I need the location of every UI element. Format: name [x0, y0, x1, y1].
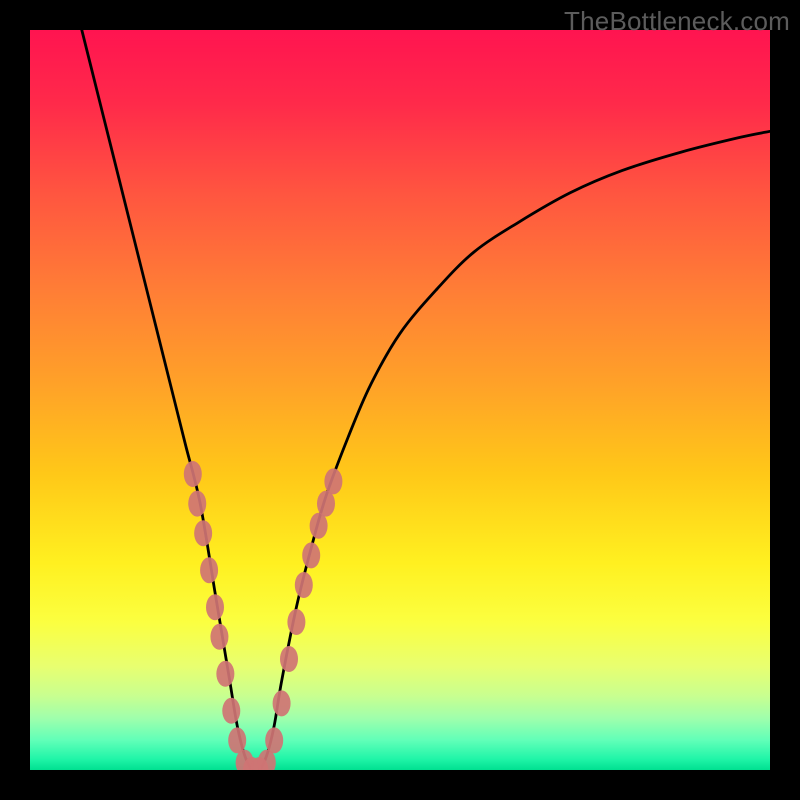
watermark-text: TheBottleneck.com — [564, 6, 790, 37]
marker-point — [228, 727, 246, 753]
plot-area — [30, 30, 770, 770]
marker-point — [310, 513, 328, 539]
marker-point — [280, 646, 298, 672]
bottleneck-curve — [82, 30, 770, 770]
marker-point — [317, 491, 335, 517]
marker-point — [295, 572, 313, 598]
marker-point — [287, 609, 305, 635]
marker-point — [210, 624, 228, 650]
curve-layer — [30, 30, 770, 770]
chart-frame: TheBottleneck.com — [0, 0, 800, 800]
marker-point — [302, 542, 320, 568]
marker-point — [188, 491, 206, 517]
marker-point — [273, 690, 291, 716]
marker-point — [206, 594, 224, 620]
marker-point — [200, 557, 218, 583]
marker-point — [184, 461, 202, 487]
marker-point — [324, 468, 342, 494]
marker-point — [222, 698, 240, 724]
highlight-markers — [184, 461, 343, 770]
marker-point — [216, 661, 234, 687]
marker-point — [265, 727, 283, 753]
marker-point — [194, 520, 212, 546]
